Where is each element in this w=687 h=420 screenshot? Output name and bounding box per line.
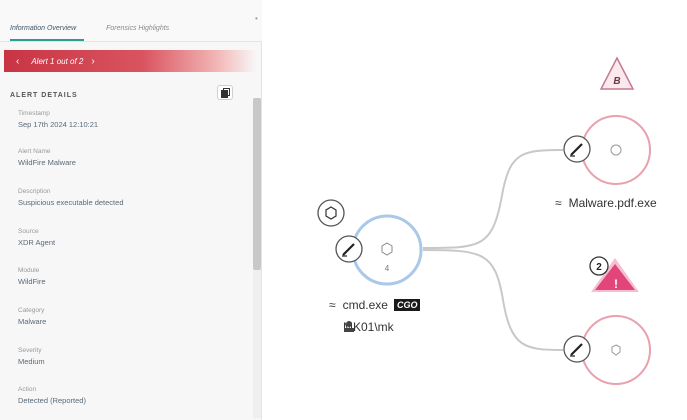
detail-value: Medium xyxy=(18,357,45,366)
previous-alert-button[interactable]: ‹ xyxy=(16,56,19,67)
collapse-handle[interactable]: • xyxy=(255,14,258,23)
warning-icon[interactable]: ! 2 xyxy=(589,256,639,292)
detail-value: XDR Agent xyxy=(18,238,56,247)
link-icon: ≈ xyxy=(329,298,336,312)
graph-canvas: 4 B ! 2 xyxy=(317,56,651,385)
process-node-malware[interactable] xyxy=(581,115,651,185)
detail-value: WildFire xyxy=(18,277,46,286)
alert-mark: ! xyxy=(614,277,618,291)
process-name: Malware.pdf.exe xyxy=(568,196,657,210)
detail-label: Severity xyxy=(18,347,42,354)
user-icon xyxy=(344,321,354,332)
details-scrollbar-thumb[interactable] xyxy=(253,98,261,270)
process-name: cmd.exe xyxy=(342,298,388,312)
detail-label: Description xyxy=(18,188,51,195)
terminal-icon xyxy=(335,235,363,263)
edge-to-bottom-child xyxy=(422,249,564,351)
edge-to-top-child xyxy=(422,149,564,249)
detail-source: Source XDR Agent xyxy=(18,228,55,247)
signer-badge: CGO xyxy=(393,299,421,311)
section-title: ALERT DETAILS xyxy=(10,92,78,99)
malware-process-label[interactable]: ≈ Malware.pdf.exe xyxy=(555,196,657,210)
detail-label: Module xyxy=(18,267,40,274)
tab-forensics-highlights[interactable]: Forensics Highlights xyxy=(106,25,177,41)
detail-description: Description Suspicious executable detect… xyxy=(18,188,124,207)
alert-details-panel: Information Overview Forensics Highlight… xyxy=(0,0,262,420)
detail-value: Suspicious executable detected xyxy=(18,198,124,207)
terminal-icon xyxy=(563,135,591,163)
alert-count-text: Alert 1 out of 2 xyxy=(31,56,84,66)
detail-value: WildFire Malware xyxy=(18,158,76,167)
process-user-label: MK01\mk xyxy=(343,320,394,334)
cmd-process-label[interactable]: ≈ cmd.exe CGO xyxy=(329,298,421,312)
detail-label: Action xyxy=(18,386,37,393)
copy-icon xyxy=(220,87,230,98)
detail-module: Module WildFire xyxy=(18,267,46,286)
node-child-count: 4 xyxy=(385,264,390,273)
alert-severity-letter: B xyxy=(613,76,620,87)
parent-hexagon-node[interactable] xyxy=(317,199,345,227)
detail-value: Detected (Reported) xyxy=(18,396,86,405)
detail-action: Action Detected (Reported) xyxy=(18,386,86,405)
terminal-icon xyxy=(563,335,591,363)
detail-label: Alert Name xyxy=(18,148,51,155)
detail-label: Source xyxy=(18,228,39,235)
process-node-cmd[interactable]: 4 xyxy=(351,214,423,286)
copy-button[interactable] xyxy=(217,85,233,100)
link-icon: ≈ xyxy=(555,196,562,210)
detail-category: Category Malware xyxy=(18,307,46,326)
detail-timestamp: Timestamp Sep 17th 2024 12:10:21 xyxy=(18,110,98,129)
detail-value: Malware xyxy=(18,317,47,326)
detail-alert-name: Alert Name WildFire Malware xyxy=(18,148,76,167)
detail-label: Category xyxy=(18,307,45,314)
warning-icon[interactable]: B xyxy=(599,56,635,90)
alert-navigation-bar: ‹ Alert 1 out of 2 › xyxy=(4,50,256,72)
tab-information-overview[interactable]: Information Overview xyxy=(10,25,85,41)
causality-graph: 4 B ! 2 ≈ Malware.pdf.exe ≈ cmd.exe CGO … xyxy=(263,0,687,420)
panel-tabs: Information Overview Forensics Highlight… xyxy=(0,0,262,42)
next-alert-button[interactable]: › xyxy=(91,56,94,67)
process-node-child-bottom[interactable] xyxy=(581,315,651,385)
alert-count-badge: 2 xyxy=(596,262,602,273)
detail-label: Timestamp xyxy=(18,110,50,117)
detail-value: Sep 17th 2024 12:10:21 xyxy=(18,120,99,129)
detail-severity: Severity Medium xyxy=(18,347,45,366)
